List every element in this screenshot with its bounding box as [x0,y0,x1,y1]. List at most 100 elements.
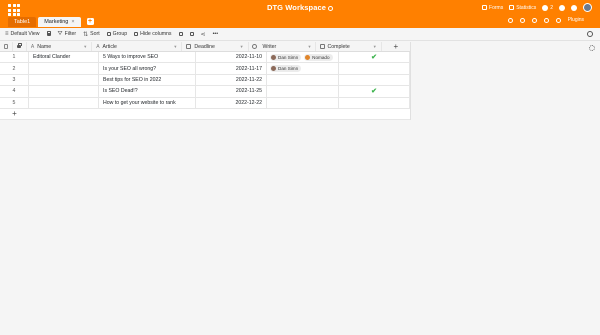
table-row[interactable]: 4 Is SEO Dead!? 2022-11-25 ✔ [0,86,410,98]
plugins-label: Plugins [567,17,584,23]
column-deadline-label: Deadline [194,43,215,50]
table-tabs: Table1 Marketing × + [8,17,94,27]
cell-name[interactable] [29,74,99,86]
more-options-button[interactable]: ••• [213,31,218,37]
collaborator-name: Dan Simn [278,54,299,60]
lock-icon [17,43,23,48]
bell-icon [571,4,577,11]
table-row[interactable]: 1 Editoral Clander 5 Ways to improve SEO… [0,52,410,64]
notifications-button[interactable] [571,4,577,11]
column-header-writer[interactable]: Writer ▼ [249,42,316,51]
add-column-button[interactable]: + [382,42,410,51]
chevron-down-icon[interactable]: ▼ [240,44,244,49]
cell-writer[interactable]: Dan Simn Nomado [267,52,339,63]
info-icon[interactable] [328,5,334,11]
add-tab-button[interactable]: + [86,18,94,25]
column-header-complete[interactable]: Complete ▼ [316,42,382,51]
tab-close-icon[interactable]: × [71,19,74,25]
row-color-button[interactable] [178,32,183,36]
cell-article[interactable]: How to get your website to rank [99,97,196,108]
header-lock [13,42,27,51]
checkbox-icon [3,44,9,49]
forms-icon [482,5,488,10]
cell-deadline[interactable]: 2022-11-25 [196,86,267,97]
table-row[interactable]: 2 Is your SEO all wrong? 2022-11-17 Dan … [0,63,410,75]
cell-complete[interactable] [339,63,410,74]
collaborator-icon [251,44,257,49]
cell-name[interactable] [29,63,99,74]
cell-writer[interactable] [267,97,339,108]
plugins-button[interactable]: Plugins [568,17,584,23]
trash-icon[interactable] [555,17,561,23]
sort-button[interactable]: ⇅ Sort [83,31,100,38]
sort-label: Sort [90,31,100,37]
cell-deadline[interactable]: 2022-12-22 [196,97,267,108]
lock-view-button[interactable] [46,30,52,36]
filter-button[interactable]: ⛛ Filter [58,31,77,38]
cell-article[interactable]: 5 Ways to improve SEO [99,52,196,63]
add-row-button[interactable]: + [0,109,29,118]
share-icon[interactable] [507,17,513,23]
cell-complete[interactable]: ✔ [339,86,410,97]
cell-complete[interactable] [339,97,410,108]
help-button[interactable] [559,4,565,11]
history-icon[interactable] [531,17,537,23]
statistics-icon [509,5,515,10]
checkmark-icon: ✔ [371,88,377,96]
cell-article[interactable]: Is SEO Dead!? [99,86,196,97]
row-height-icon [189,32,194,36]
cell-article[interactable]: Is your SEO all wrong? [99,63,196,74]
tab-marketing-label: Marketing [44,19,69,25]
column-complete-label: Complete [327,43,350,50]
cell-deadline[interactable]: 2022-11-17 [196,63,267,74]
cell-deadline[interactable]: 2022-11-22 [196,74,267,86]
forms-button[interactable]: Forms [482,5,503,11]
chevron-down-icon[interactable]: ▼ [173,44,177,49]
cell-name[interactable] [29,86,99,97]
tab-marketing[interactable]: Marketing × [38,17,81,27]
table-row[interactable]: 5 How to get your website to rank 2022-1… [0,97,410,109]
tab-bar-actions: Plugins [507,17,584,23]
view-selector[interactable]: ≡ Default View [5,31,40,37]
tab-table1-label: Table1 [14,19,31,25]
cell-complete[interactable] [339,74,410,86]
row-height-button[interactable] [189,32,194,36]
avatar[interactable] [583,3,592,12]
cell-writer[interactable] [267,74,339,86]
column-name-label: Name [37,43,52,50]
cell-article[interactable]: Best tips for SEO in 2022 [99,74,196,86]
cell-name[interactable] [29,97,99,108]
data-grid: A Name ▼ A Article ▼ Deadline ▼ Writer ▼ Compl… [0,42,411,120]
cell-deadline[interactable]: 2022-11-10 [196,52,267,63]
gear-icon[interactable] [589,45,595,51]
collaborators-button[interactable]: 2 [542,4,553,11]
column-article-label: Article [102,43,117,50]
workspace-title-text: DTG Workspace [266,3,327,12]
hide-columns-button[interactable]: Hide columns [134,31,172,37]
share-view-button[interactable]: ⋖ [201,31,206,38]
collaborator-name: Dan Simn [278,66,299,72]
cell-name[interactable]: Editoral Clander [29,52,99,63]
text-type-icon: A [30,43,35,50]
api-icon[interactable] [543,17,549,23]
chevron-down-icon[interactable]: ▼ [83,44,87,49]
cell-writer[interactable] [267,86,339,97]
statistics-button[interactable]: Statistics [509,5,536,11]
view-toolbar: ≡ Default View ⛛ Filter ⇅ Sort Group Hide c… [0,28,600,41]
search-icon[interactable] [587,31,593,37]
chevron-down-icon[interactable]: ▼ [308,44,312,49]
cell-complete[interactable]: ✔ [339,52,410,63]
add-row-bar: + [0,109,410,120]
cell-writer[interactable]: Dan Simn [267,63,339,74]
checkmark-icon: ✔ [371,54,377,62]
comment-icon[interactable] [519,17,525,23]
column-header-name[interactable]: A Name ▼ [27,42,93,51]
table-row[interactable]: 3 Best tips for SEO in 2022 2022-11-22 [0,74,410,87]
tab-table1[interactable]: Table1 [8,17,37,27]
group-button[interactable]: Group [106,31,127,37]
column-header-deadline[interactable]: Deadline ▼ [182,42,249,51]
column-header-article[interactable]: A Article ▼ [92,42,183,51]
select-all-checkbox[interactable] [0,42,13,51]
chevron-down-icon[interactable]: ▼ [373,44,377,49]
filter-label: Filter [64,31,77,37]
